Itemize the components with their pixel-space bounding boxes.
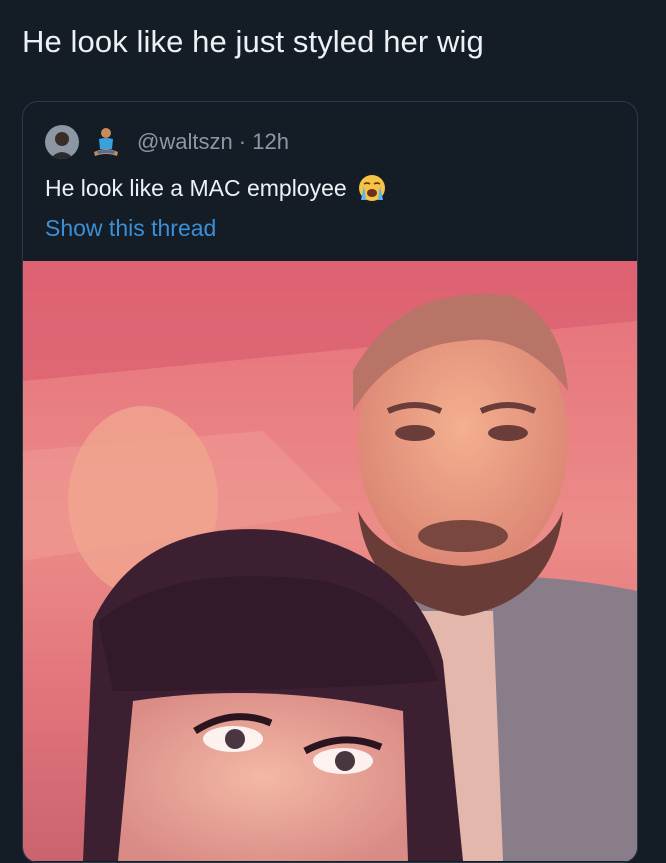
selfie-photo-icon — [23, 261, 637, 861]
quoted-tweet-handle[interactable]: @waltszn · 12h — [137, 129, 289, 155]
quoted-tweet-header: @waltszn · 12h — [45, 124, 289, 160]
avatar[interactable] — [45, 125, 79, 159]
person-in-lotus-position-emoji-icon — [94, 128, 118, 156]
show-thread-link[interactable]: Show this thread — [45, 212, 216, 244]
quoted-tweet-body: He look like a MAC employee — [45, 172, 387, 204]
selfie-photo[interactable] — [23, 261, 637, 861]
tweet-text: He look like he just styled her wig — [22, 24, 484, 59]
quoted-tweet-card[interactable]: @waltszn · 12h He look like a MAC employ… — [22, 101, 638, 863]
quoted-tweet-text: He look like a MAC employee — [45, 175, 347, 201]
loudly-crying-face-icon — [358, 175, 385, 201]
user-avatar-icon — [45, 125, 79, 159]
